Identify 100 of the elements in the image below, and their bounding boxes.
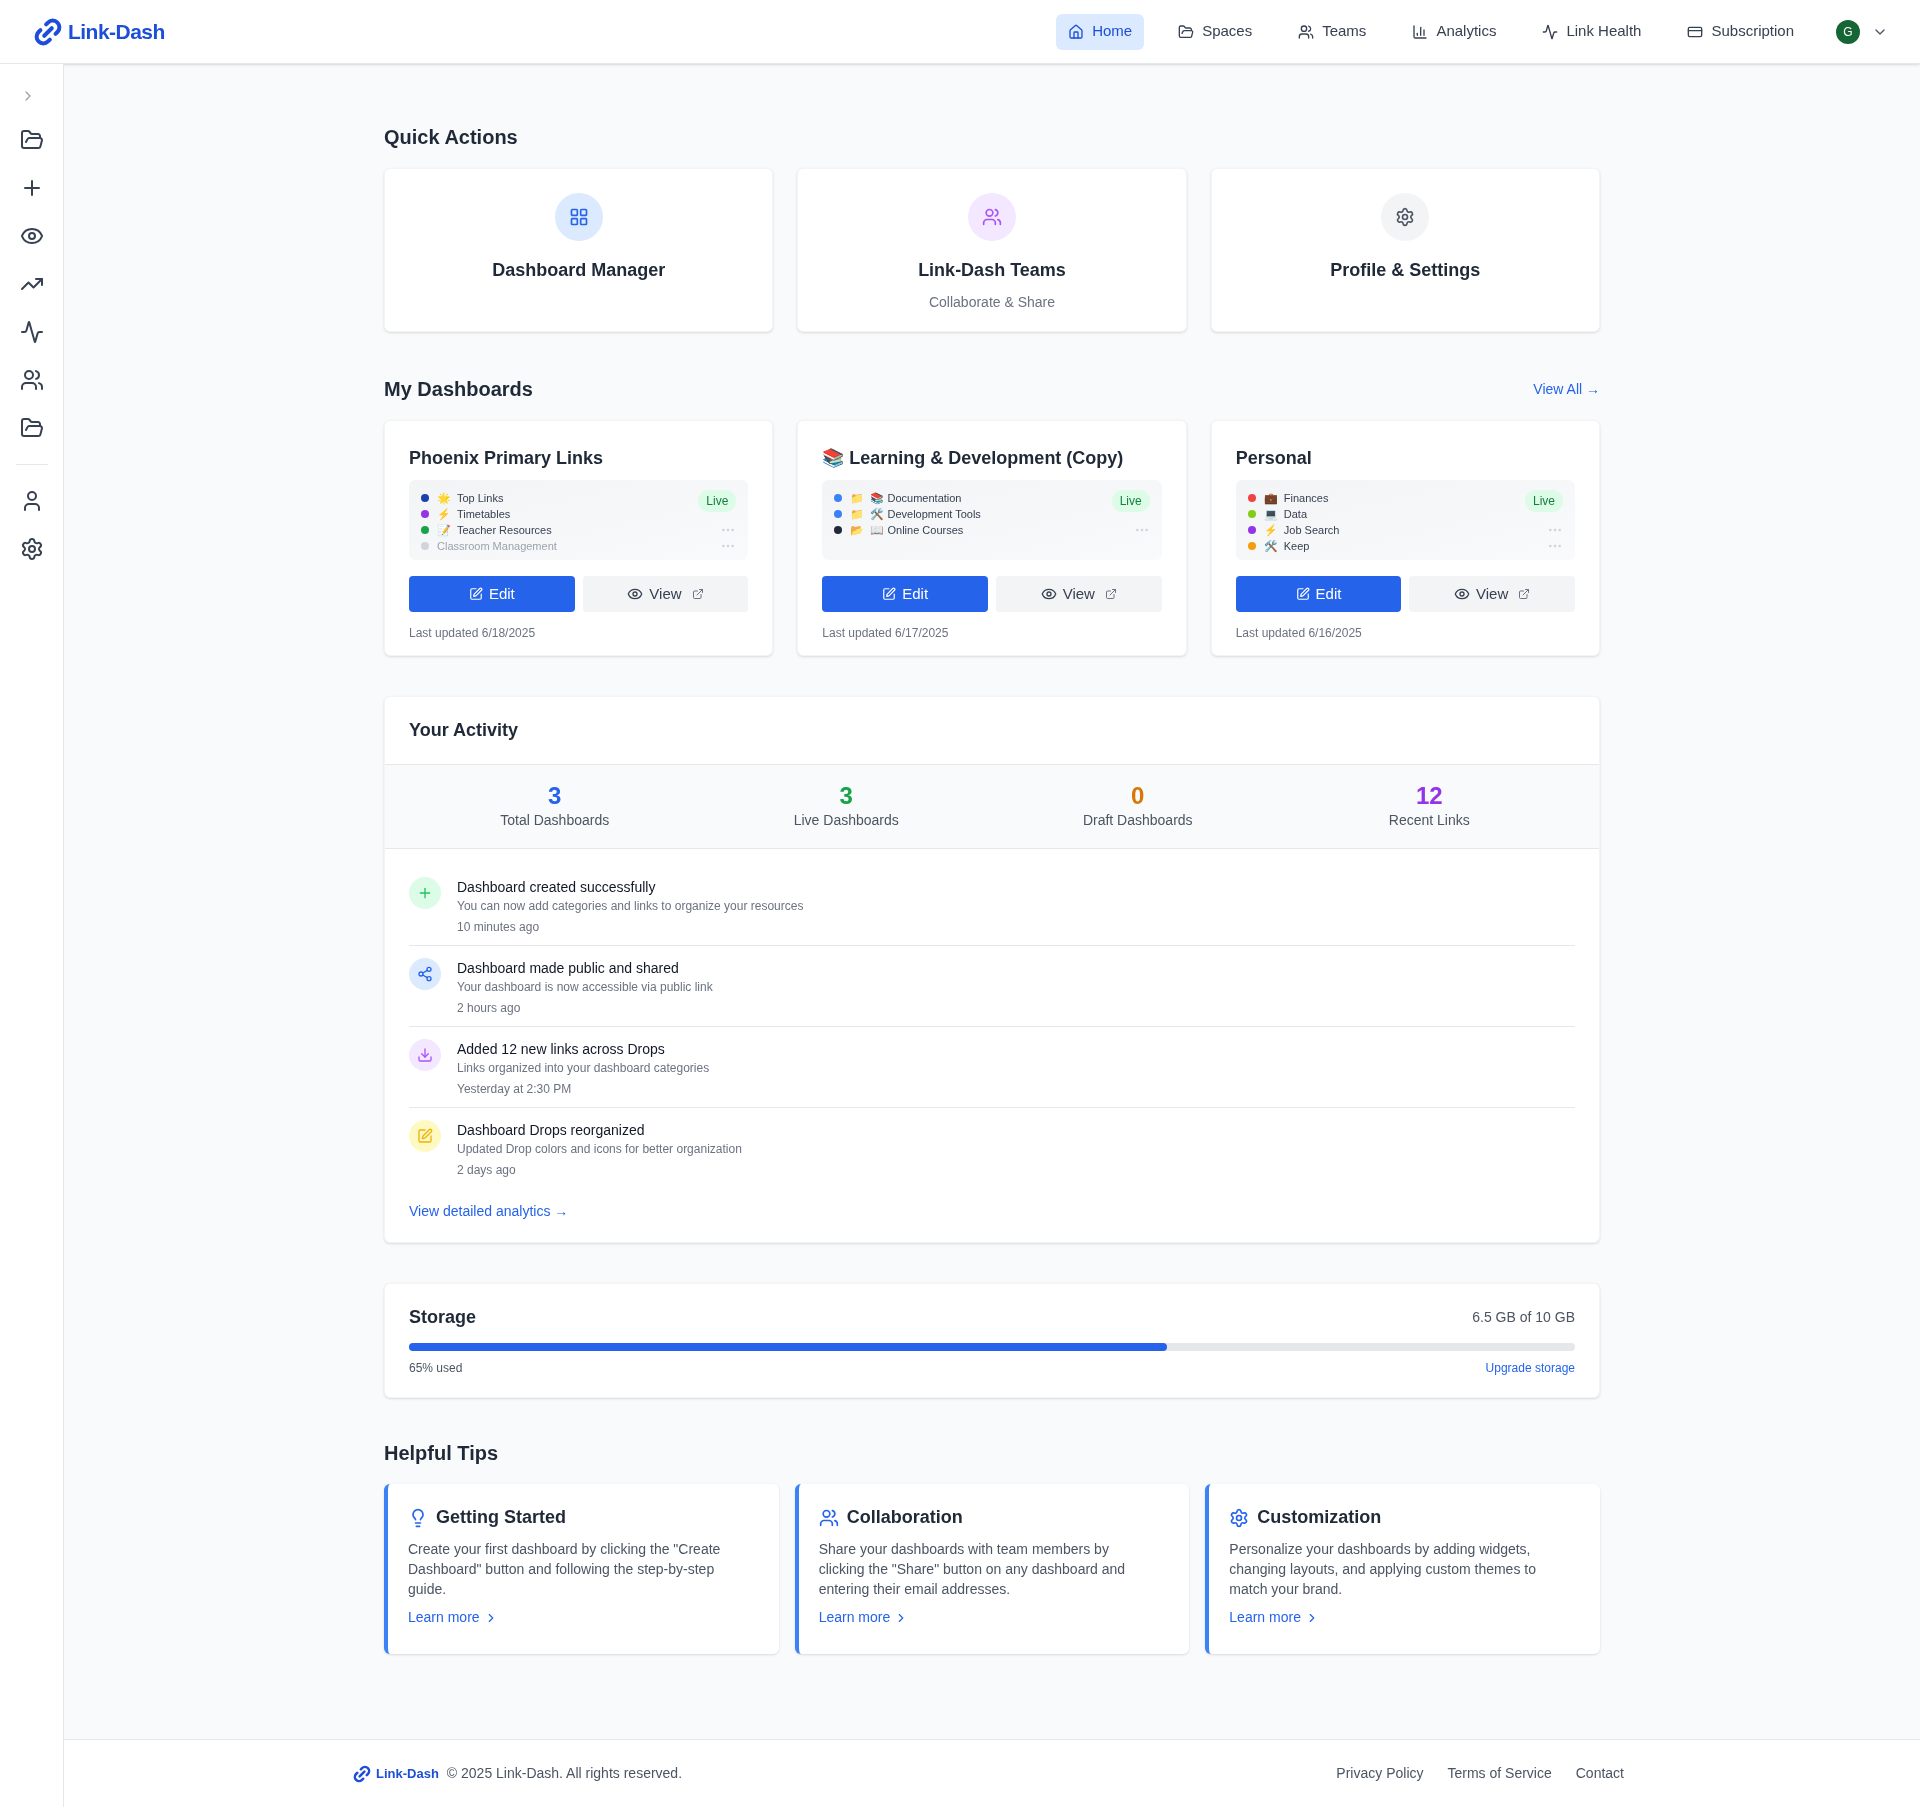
stat-label: Live Dashboards <box>793 811 899 830</box>
tip-text: Personalize your dashboards by adding widgets, changing layouts, and applying custom themes to match your brand. <box>1229 1540 1537 1599</box>
edit-button[interactable]: Edit <box>1235 576 1402 612</box>
edit-button[interactable]: Edit <box>409 576 575 612</box>
storage-reading: 6.5 GB of 10 GB <box>1472 1308 1575 1327</box>
activity-time: Yesterday at 2:30 PM <box>457 1081 573 1098</box>
external-link-icon <box>1104 588 1117 600</box>
users-icon <box>1298 23 1315 40</box>
link-label: 💼 Finances <box>1263 490 1329 507</box>
external-link-icon <box>1518 588 1531 600</box>
settings-icon <box>1229 1507 1250 1528</box>
edit-icon <box>1295 587 1310 601</box>
folder-icon <box>19 128 44 152</box>
plus-icon <box>417 885 433 901</box>
tip-title: Getting Started <box>436 1506 566 1529</box>
card-title: Link-Dash Teams <box>918 259 1066 282</box>
footer-link[interactable]: Privacy Policy <box>1336 1763 1424 1784</box>
stat-value: 3 <box>839 782 853 810</box>
link-label: 🛠 Keep <box>1263 538 1310 554</box>
learn-more-link[interactable]: Learn more <box>408 1607 498 1628</box>
card-title: Dashboard Manager <box>492 259 666 282</box>
tip-text: Create your first dashboard by clicking the "Create Dashboard" button and following the step-by-step guide. <box>408 1540 722 1599</box>
activity-title: Dashboard created successfully <box>457 878 657 897</box>
settings-icon <box>19 537 44 561</box>
view-all-link[interactable]: View All → <box>1533 378 1600 400</box>
activity-detail: Updated Drop colors and icons for better organization <box>457 1141 742 1158</box>
tip-text: Share your dashboards with team members by clicking the "Share" button on any dashboard and entering their email addresses. <box>818 1540 1127 1599</box>
nav-tab[interactable]: Spaces <box>1166 13 1265 50</box>
live-badge: Live <box>1111 490 1150 512</box>
stat-label: Draft Dashboards <box>1082 811 1193 830</box>
download-icon <box>417 1047 433 1063</box>
quick-action-card[interactable]: Profile & Settings <box>1210 168 1600 332</box>
activity-title: Added 12 new links across Drops <box>457 1040 666 1059</box>
stat-value: 3 <box>548 782 562 810</box>
section-title: Quick Actions <box>384 125 519 150</box>
activity-time: 10 minutes ago <box>457 919 541 936</box>
logo-text[interactable]: Link-Dash <box>68 15 165 48</box>
view-button[interactable]: View <box>1409 576 1575 612</box>
pulse-icon <box>1542 23 1559 40</box>
activity-title: Dashboard made public and shared <box>457 959 680 978</box>
link-label: Classroom Management <box>437 538 557 554</box>
edit-icon <box>417 1128 433 1144</box>
bar-chart-icon <box>1412 23 1429 40</box>
link-label: 📁 🛠 Development Tools <box>850 506 981 522</box>
card-subtitle: Collaborate & Share <box>928 293 1056 312</box>
tip-title: Collaboration <box>846 1506 963 1529</box>
edit-icon <box>468 587 483 601</box>
learn-more-link[interactable]: Learn more <box>818 1607 909 1628</box>
activity-title: Dashboard Drops reorganized <box>457 1121 646 1140</box>
quick-action-card[interactable]: Link-Dash Teams Collaborate & Share <box>797 168 1187 332</box>
link-label: 📝 Teacher Resources <box>437 522 552 538</box>
footer-link[interactable]: Terms of Service <box>1447 1763 1552 1784</box>
footer-link[interactable]: Contact <box>1575 1763 1624 1784</box>
learn-more-link[interactable]: Learn more <box>1229 1607 1319 1628</box>
activity-detail: You can now add categories and links to organize your resources <box>457 898 804 915</box>
edit-button[interactable]: Edit <box>822 576 988 612</box>
activity-time: 2 days ago <box>457 1162 517 1179</box>
users-icon <box>982 207 1002 227</box>
tip-title: Customization <box>1257 1506 1382 1529</box>
users-icon <box>19 368 44 392</box>
last-updated-text: Last updated 6/16/2025 <box>1235 625 1363 642</box>
panel-title: Storage <box>409 1306 477 1329</box>
users-icon <box>818 1507 839 1528</box>
dashboard-title[interactable]: Personal <box>1235 445 1575 472</box>
folder-icon <box>1178 23 1195 40</box>
view-button[interactable]: View <box>582 576 749 612</box>
last-updated-text: Last updated 6/18/2025 <box>409 625 537 642</box>
avatar[interactable]: G <box>1836 19 1860 44</box>
pulse-icon <box>19 320 44 344</box>
home-icon <box>1068 23 1085 40</box>
live-badge: Live <box>698 490 737 512</box>
eye-icon <box>1040 586 1057 602</box>
eye-icon <box>1454 586 1471 602</box>
nav-tab[interactable]: Teams <box>1286 13 1379 50</box>
eye-icon <box>627 586 644 602</box>
nav-tab[interactable]: Link Health <box>1530 13 1654 50</box>
storage-used-text: 65% used <box>409 1360 463 1377</box>
logo-text[interactable]: Link-Dash <box>376 1763 439 1784</box>
nav-tab[interactable]: Subscription <box>1675 13 1806 50</box>
link-label: 📁 📚 Documentation <box>850 490 962 506</box>
activity-detail: Links organized into your dashboard categories <box>457 1060 710 1077</box>
analytics-link[interactable]: View detailed analytics → <box>409 1201 1575 1222</box>
nav-tab[interactable]: Analytics <box>1400 13 1509 50</box>
section-title: Helpful Tips <box>384 1441 500 1466</box>
grid-icon <box>568 207 589 227</box>
link-label: 💻 Data <box>1263 506 1307 522</box>
stat-label: Total Dashboards <box>500 811 610 830</box>
link-label: ⚡ Job Search <box>1263 522 1340 539</box>
nav-tab[interactable]: Home <box>1056 13 1145 50</box>
external-link-icon <box>691 588 704 600</box>
dashboard-title[interactable]: 📚 Learning & Development (Copy) <box>822 445 1162 472</box>
dashboard-title[interactable]: Phoenix Primary Links <box>409 445 749 472</box>
activity-detail: Your dashboard is now accessible via public link <box>457 979 713 996</box>
settings-icon <box>1395 207 1416 227</box>
link-label: 📂 📖 Online Courses <box>850 522 964 538</box>
view-button[interactable]: View <box>996 576 1162 612</box>
card-title: Profile & Settings <box>1330 259 1481 282</box>
quick-action-card[interactable]: Dashboard Manager <box>384 168 774 332</box>
upgrade-storage-link[interactable]: Upgrade storage <box>1485 1359 1575 1377</box>
activity-time: 2 hours ago <box>457 1000 522 1017</box>
